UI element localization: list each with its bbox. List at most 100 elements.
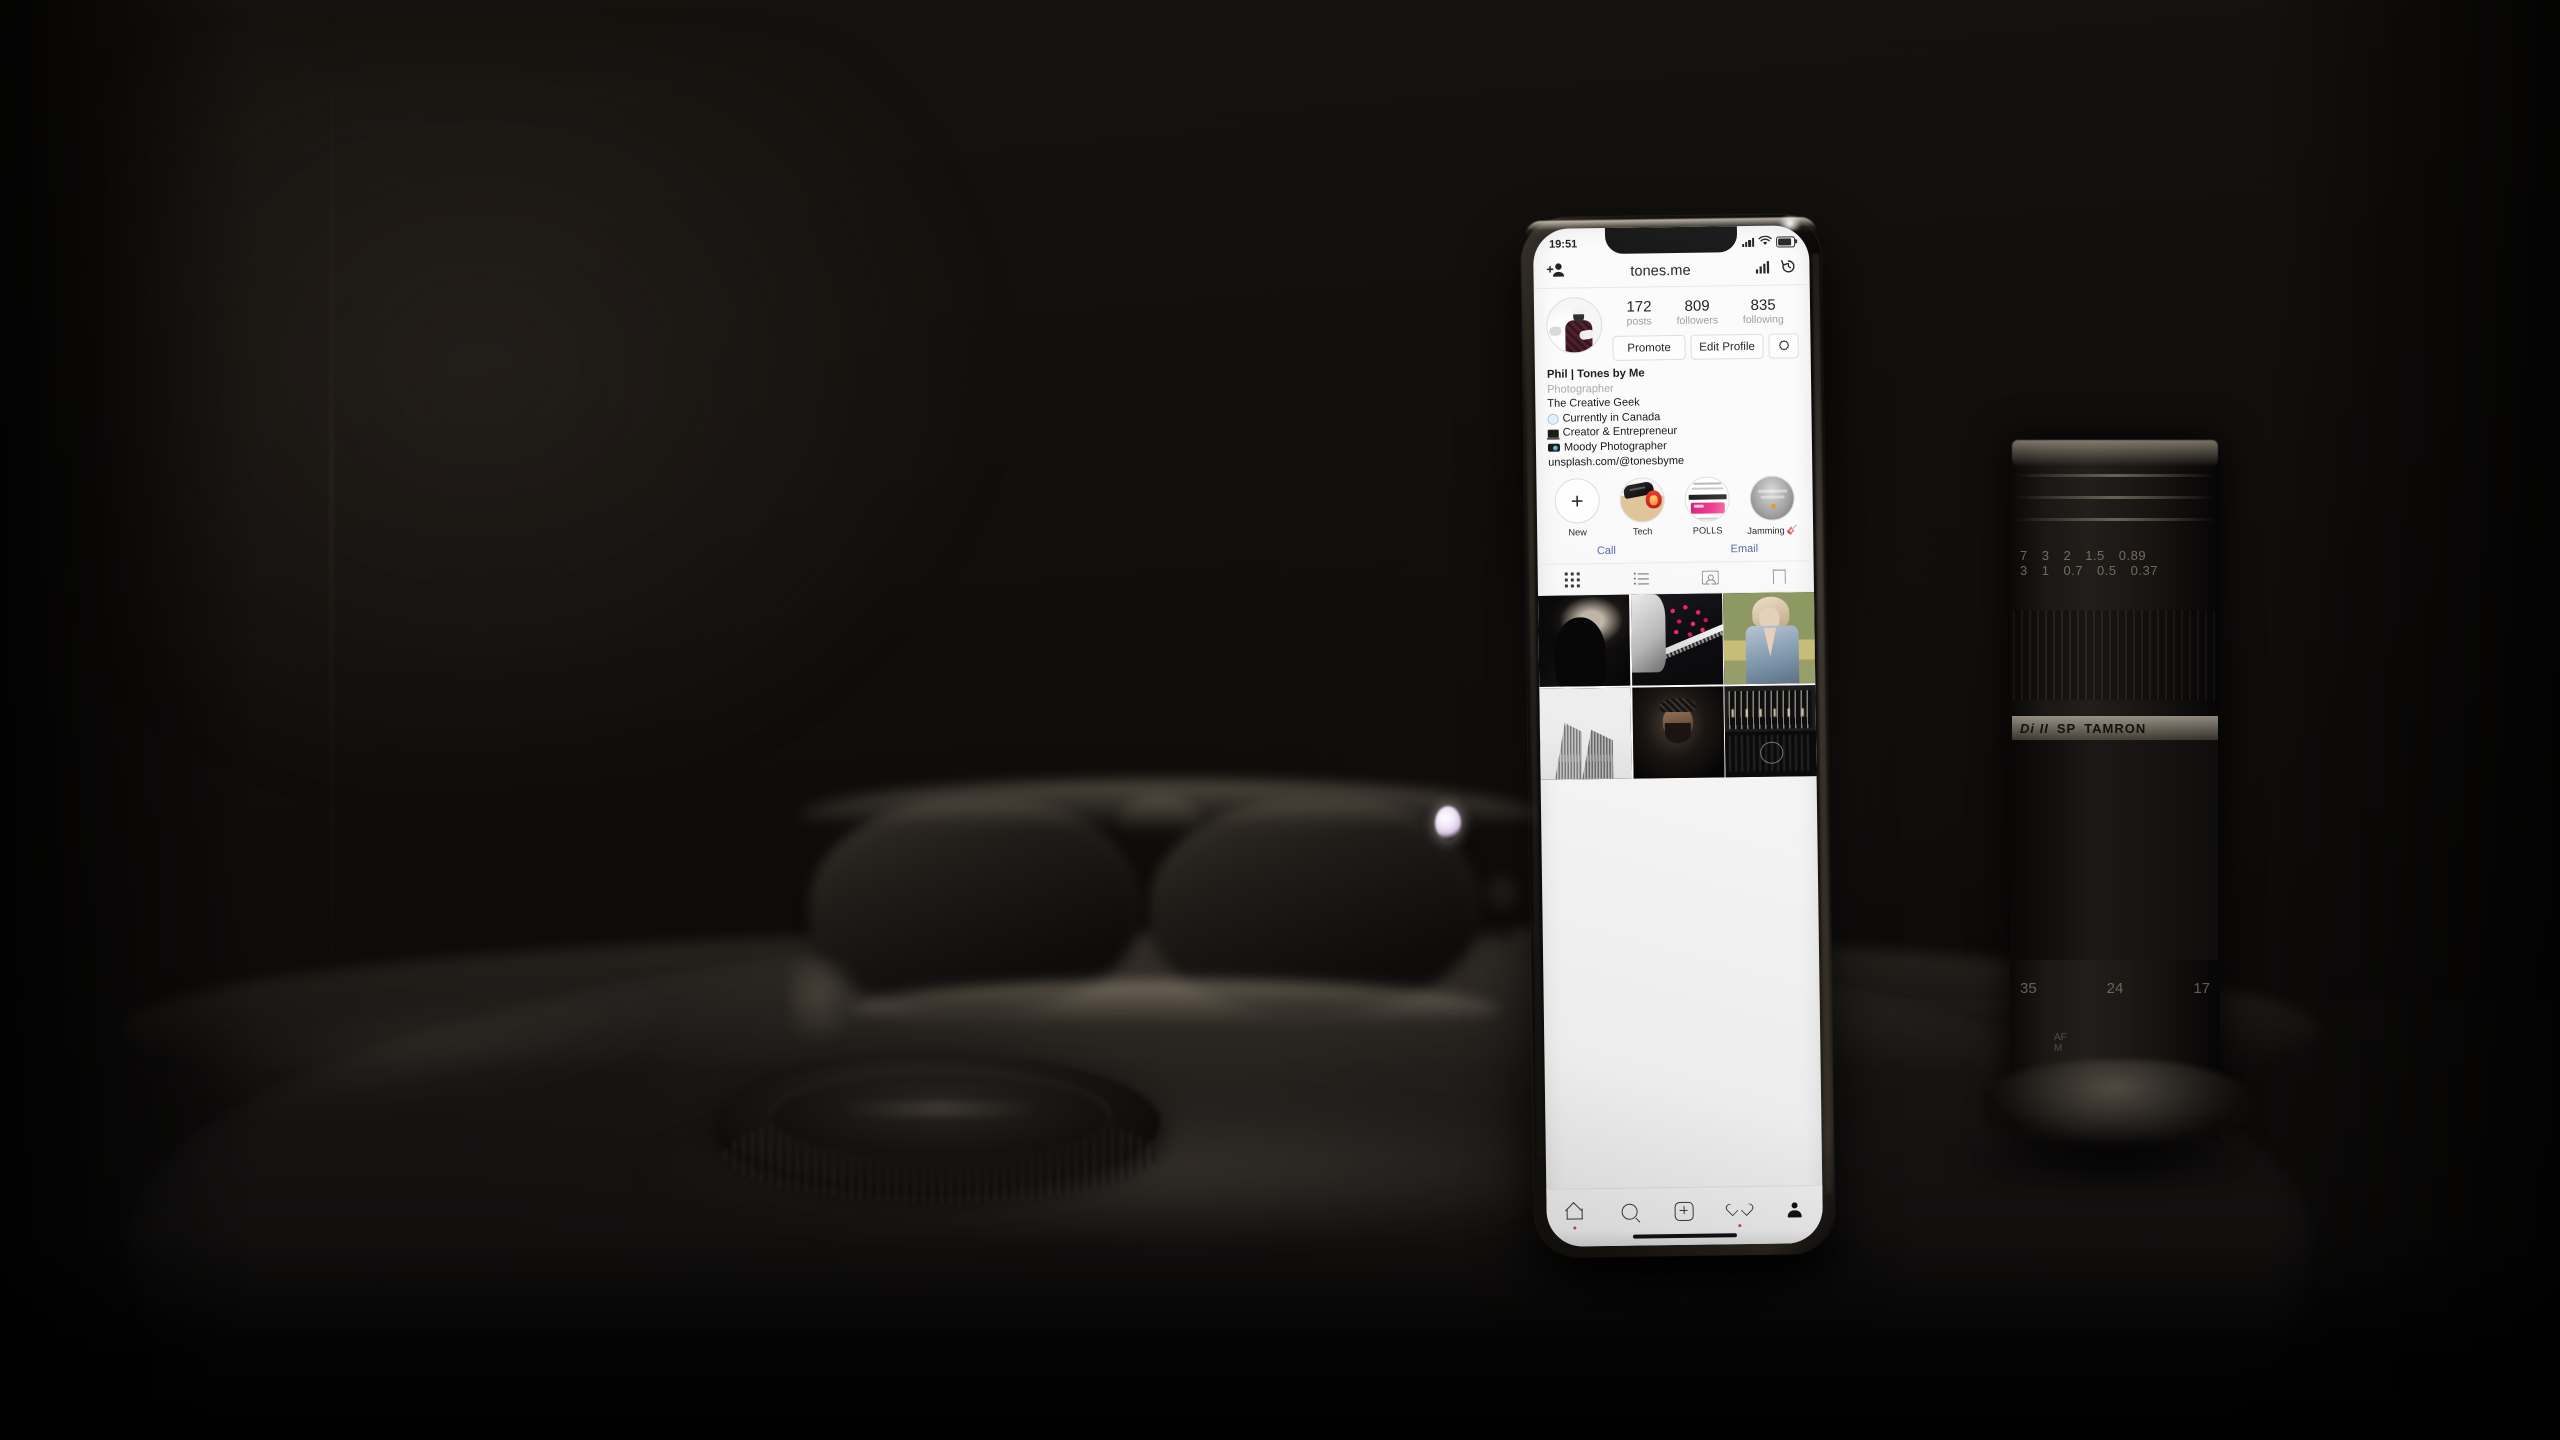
right-vignette — [2260, 0, 2560, 1440]
battery-full-icon — [1776, 235, 1796, 248]
jamming-cover — [1749, 475, 1796, 522]
photo-scene: 7 3 2 1.5 0.89 3 1 0.7 0.5 0.37 Di II SP… — [0, 0, 2560, 1440]
highlight-tech[interactable]: Tech — [1616, 477, 1669, 538]
activity-tab[interactable] — [1723, 1197, 1757, 1228]
post-bandana-man[interactable] — [1631, 686, 1725, 779]
left-vignette — [0, 0, 260, 1440]
search-icon — [1621, 1203, 1638, 1220]
profile-bio: Phil | Tones by Me Photographer The Crea… — [1535, 358, 1812, 470]
lens-focus-grip — [2013, 610, 2217, 700]
lens-ring-2 — [2014, 496, 2216, 499]
bookmark-icon — [1773, 569, 1786, 584]
highlight-polls[interactable]: POLLS — [1681, 476, 1734, 537]
stat-followers[interactable]: 809 followers — [1676, 297, 1719, 328]
focal-24: 24 — [2106, 980, 2124, 997]
lens-maker-label: TAMRON — [2084, 720, 2147, 736]
highlight-jamming-label: Jamming 🎸 — [1747, 524, 1799, 536]
profile-person-icon — [1787, 1202, 1802, 1217]
lens-cap — [720, 1055, 1160, 1215]
profile-username: tones.me — [1630, 262, 1691, 280]
wall-seam — [330, 0, 333, 980]
bokeh-circle-1 — [1480, 870, 1524, 914]
phone-screen: 19:51 tones.me 172 posts 809 followers 8… — [1532, 225, 1824, 1247]
scale-top-4: 0.89 — [2118, 548, 2147, 563]
wifi-icon — [1758, 235, 1772, 248]
post-city-reflection[interactable] — [1724, 684, 1817, 777]
new-post-tab[interactable] — [1667, 1198, 1701, 1224]
avatar[interactable] — [1545, 297, 1603, 354]
lens-distance-scale: 7 3 2 1.5 0.89 3 1 0.7 0.5 0.37 — [2020, 548, 2210, 594]
post-silhouette-woman[interactable] — [1538, 594, 1631, 688]
focal-35: 35 — [2020, 980, 2037, 997]
insights-bar-chart-icon[interactable] — [1755, 260, 1770, 278]
home-tab[interactable] — [1557, 1199, 1591, 1230]
archive-clock-icon[interactable] — [1780, 258, 1796, 279]
lens-cap-text — [840, 1101, 1040, 1117]
scale-top-2: 2 — [2063, 548, 2072, 563]
grid-tab[interactable] — [1538, 572, 1607, 588]
lens-af-label: AF — [2054, 1032, 2067, 1043]
search-tab[interactable] — [1612, 1198, 1646, 1224]
post-guitarist[interactable] — [1630, 593, 1723, 686]
scale-top-3: 1.5 — [2085, 548, 2105, 563]
settings-gear-icon[interactable] — [1768, 333, 1799, 359]
guitar-emoji: 🎸 — [1786, 524, 1798, 535]
scale-top-1: 3 — [2041, 548, 2050, 563]
bio-line-2: Currently in Canada — [1562, 410, 1661, 425]
bio-line-3: Creator & Entrepreneur — [1562, 425, 1678, 439]
instagram-navbar: tones.me — [1533, 253, 1810, 289]
home-icon — [1566, 1205, 1582, 1219]
scale-bot-0: 3 — [2020, 563, 2028, 578]
sunglasses — [790, 760, 1550, 1100]
lens-front-ring — [2012, 440, 2218, 466]
status-time: 19:51 — [1549, 238, 1578, 251]
add-person-icon[interactable] — [1546, 262, 1565, 282]
highlight-new[interactable]: + New — [1551, 478, 1604, 539]
post-skyscrapers[interactable] — [1539, 687, 1632, 780]
story-highlights: + New Tech POLLS Jamming 🎸 — [1536, 466, 1813, 542]
stat-posts[interactable]: 172 posts — [1626, 298, 1652, 328]
scale-bot-3: 0.5 — [2097, 563, 2117, 578]
stat-followers-value: 809 — [1684, 297, 1710, 315]
scale-top-0: 7 — [2020, 548, 2028, 563]
scale-bot-2: 0.7 — [2063, 563, 2084, 578]
lens-brand-label: Di II — [2020, 720, 2049, 736]
highlight-new-label: New — [1568, 527, 1587, 538]
cellular-signal-icon — [1741, 237, 1755, 247]
foreground-vignette — [0, 1230, 2560, 1440]
heart-icon — [1732, 1203, 1748, 1217]
post-blonde-denim[interactable] — [1723, 592, 1816, 685]
profile-header: 172 posts 809 followers 835 following Pr… — [1534, 285, 1811, 362]
stat-posts-label: posts — [1626, 315, 1652, 328]
globe-emoji — [1547, 413, 1559, 425]
camera-emoji — [1547, 443, 1561, 453]
avatar-dog — [1549, 326, 1562, 336]
saved-tab[interactable] — [1745, 569, 1814, 585]
bio-line-4: Moody Photographer — [1563, 440, 1667, 454]
polls-cover — [1684, 476, 1731, 523]
email-button[interactable]: Email — [1675, 542, 1813, 556]
plus-square-icon — [1674, 1201, 1695, 1221]
lens-ring-1 — [2014, 474, 2216, 477]
tagged-person-icon — [1702, 571, 1719, 585]
profile-tab[interactable] — [1778, 1196, 1812, 1222]
stat-followers-label: followers — [1676, 314, 1719, 327]
stat-following[interactable]: 835 following — [1743, 296, 1784, 327]
highlight-tech-label: Tech — [1632, 526, 1653, 537]
call-button[interactable]: Call — [1537, 544, 1675, 558]
posts-grid — [1538, 592, 1817, 780]
lens-m-label: M — [2054, 1043, 2063, 1054]
activity-badge-dot — [1738, 1224, 1742, 1228]
plus-new-highlight-icon: + — [1554, 478, 1601, 524]
iphone-x: 19:51 tones.me 172 posts 809 followers 8… — [1520, 213, 1836, 1259]
status-bar: 19:51 — [1533, 225, 1809, 257]
tech-cover — [1619, 477, 1666, 523]
list-tab[interactable] — [1607, 572, 1676, 585]
camera-lens: 7 3 2 1.5 0.89 3 1 0.7 0.5 0.37 Di II SP… — [1950, 440, 2280, 1190]
promote-button[interactable]: Promote — [1612, 334, 1686, 361]
edit-profile-button[interactable]: Edit Profile — [1690, 333, 1764, 360]
tagged-tab[interactable] — [1676, 570, 1745, 585]
highlight-jamming[interactable]: Jamming 🎸 — [1746, 475, 1799, 536]
highlight-polls-label: POLLS — [1692, 525, 1723, 536]
sunglasses-right-lens — [1150, 800, 1480, 1010]
